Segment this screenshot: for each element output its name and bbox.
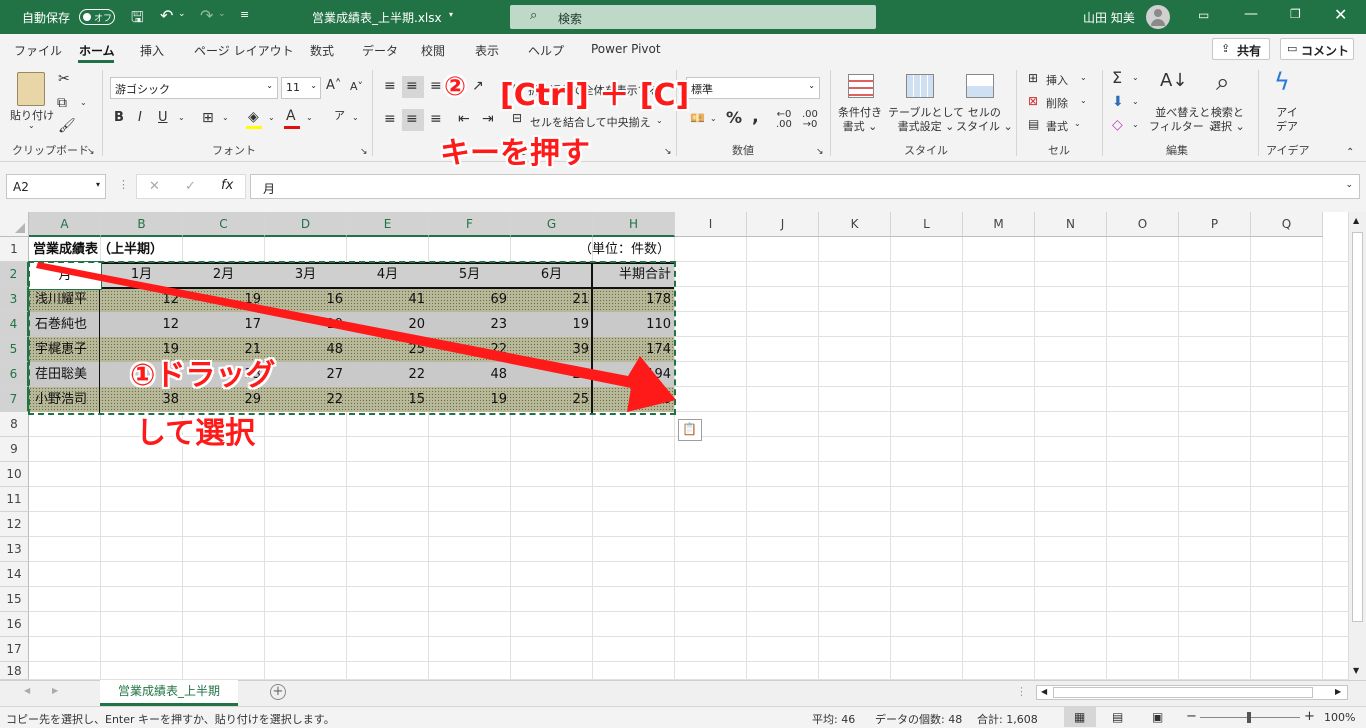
add-sheet-icon[interactable]: + — [270, 684, 286, 700]
step2-text: キーを押す — [440, 136, 590, 171]
normal-view-icon: ▦ — [1074, 710, 1086, 724]
zoom-level[interactable]: 100% — [1324, 711, 1355, 724]
status-average[interactable]: 平均: 46 — [812, 711, 855, 727]
status-bar: コピー先を選択し、Enter キーを押すか、貼り付けを選択します。 平均: 46… — [0, 706, 1366, 728]
status-sum[interactable]: 合計: 1,608 — [977, 711, 1038, 727]
zoom-in-icon[interactable]: + — [1304, 709, 1315, 724]
sheet-tab-active[interactable]: 営業成績表_上半期 — [100, 680, 238, 706]
sheet-tabs-bar: ◀ ▶ 営業成績表_上半期 + ⋮ ◀ ▶ — [0, 680, 1366, 706]
zoom-out-icon[interactable]: − — [1186, 709, 1197, 724]
step2-keys: [Ctrl] ＋ [C] — [500, 78, 690, 113]
step2-number: ② — [444, 72, 467, 102]
next-sheet-icon[interactable]: ▶ — [52, 686, 58, 695]
normal-view-button[interactable]: ▦ — [1064, 707, 1096, 727]
hscroll-thumb[interactable] — [1053, 687, 1313, 698]
scroll-right-icon[interactable]: ▶ — [1335, 687, 1341, 696]
status-count[interactable]: データの個数: 48 — [875, 711, 962, 727]
step1-line1: ①ドラッグ — [130, 358, 276, 393]
step1-line2: して選択 — [136, 416, 256, 451]
scroll-left-icon[interactable]: ◀ — [1041, 687, 1047, 696]
status-message: コピー先を選択し、Enter キーを押すか、貼り付けを選択します。 — [6, 713, 335, 726]
zoom-slider-thumb[interactable] — [1247, 712, 1251, 723]
prev-sheet-icon[interactable]: ◀ — [24, 686, 30, 695]
page-break-view-icon[interactable]: ▣ — [1152, 710, 1163, 724]
page-layout-view-icon[interactable]: ▤ — [1112, 710, 1123, 724]
horizontal-scrollbar[interactable]: ◀ ▶ — [1036, 685, 1348, 700]
tab-split-handle-icon[interactable]: ⋮ — [1016, 685, 1027, 698]
